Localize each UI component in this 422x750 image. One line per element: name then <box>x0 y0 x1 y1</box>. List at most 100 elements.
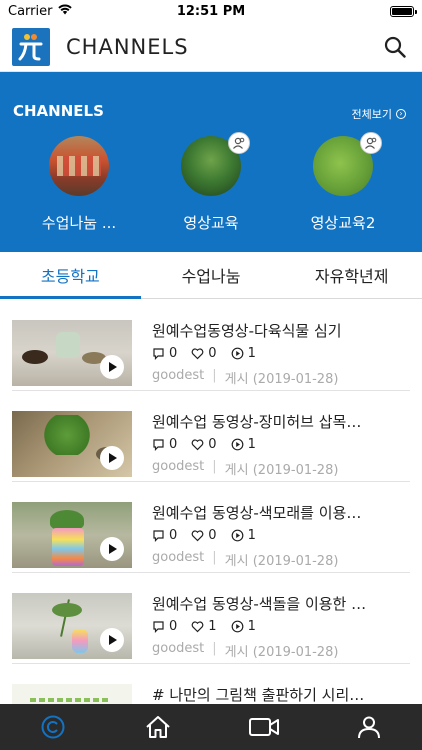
play-circle-icon <box>231 529 243 542</box>
video-date: 게시 (2019-01-28) <box>224 645 339 660</box>
video-author: goodest <box>152 459 205 474</box>
search-button[interactable] <box>380 32 410 62</box>
video-title: 원예수업 동영상-색모래를 이용… <box>152 504 362 522</box>
view-count: 1 <box>231 619 256 634</box>
video-date: 게시 (2019-01-28) <box>224 372 339 387</box>
comment-count-value: 0 <box>169 619 178 634</box>
video-item[interactable]: 원예수업동영상-다육식물 심기 0 0 1 goodest | 게시 (2019… <box>12 300 410 391</box>
page-title: CHANNELS <box>66 34 189 59</box>
comment-count: 0 <box>152 437 177 452</box>
video-title: 원예수업 동영상-장미허브 삽목… <box>152 413 362 431</box>
like-count: 0 <box>191 346 217 361</box>
status-bar: Carrier 12:51 PM <box>0 0 422 22</box>
comment-icon <box>153 530 164 542</box>
video-meta: goodest | 게시 (2019-01-28) <box>152 368 338 387</box>
comment-count-value: 0 <box>169 528 178 543</box>
tab-elementary[interactable]: 초등학교 <box>0 252 141 299</box>
nav-home[interactable] <box>106 704 212 750</box>
play-circle-icon <box>231 438 243 451</box>
see-all-link[interactable]: 전체보기 › <box>352 106 406 122</box>
nav-channels[interactable] <box>0 704 106 750</box>
video-thumbnail <box>12 684 132 704</box>
play-icon <box>100 355 124 379</box>
video-author: goodest <box>152 550 205 565</box>
video-author: goodest <box>152 641 205 656</box>
view-count-value: 1 <box>247 346 256 361</box>
channel-label: 영상교육2 <box>310 214 376 232</box>
video-date: 게시 (2019-01-28) <box>224 554 339 569</box>
channels-icon <box>41 715 65 739</box>
search-icon <box>384 36 406 58</box>
like-count-value: 0 <box>208 437 217 452</box>
video-item[interactable]: 원예수업 동영상-장미허브 삽목… 0 0 1 goodest | 게시 (20… <box>12 391 410 482</box>
comment-count: 0 <box>152 619 177 634</box>
video-meta: goodest | 게시 (2019-01-28) <box>152 641 338 660</box>
comment-icon <box>153 348 164 360</box>
channel-item-2[interactable]: 영상교육 <box>151 132 271 233</box>
video-meta: goodest | 게시 (2019-01-28) <box>152 459 338 478</box>
arrow-circle-icon: › <box>396 109 406 119</box>
comment-count-value: 0 <box>169 346 178 361</box>
app-logo <box>12 27 50 66</box>
profile-icon <box>358 716 381 739</box>
channels-section: CHANNELS 전체보기 › 수업나눔 ... 영상교육 영상교육2 <box>0 72 422 252</box>
bottom-nav <box>0 704 422 750</box>
comment-count-value: 0 <box>169 437 178 452</box>
view-count: 1 <box>231 437 256 452</box>
video-title: 원예수업 동영상-색돌을 이용한 … <box>152 595 367 613</box>
tab-free-semester[interactable]: 자유학년제 <box>281 252 422 298</box>
video-list: 원예수업동영상-다육식물 심기 0 0 1 goodest | 게시 (2019… <box>0 300 422 704</box>
comment-count: 0 <box>152 528 177 543</box>
category-tabs: 초등학교 수업나눔 자유학년제 <box>0 252 422 299</box>
like-count: 0 <box>191 437 217 452</box>
app-header: CHANNELS <box>0 22 422 72</box>
comment-icon <box>153 621 164 633</box>
tab-class-sharing[interactable]: 수업나눔 <box>141 252 282 298</box>
meta-divider: | <box>212 641 217 656</box>
video-item[interactable]: 원예수업 동영상-색돌을 이용한 … 0 1 1 goodest | 게시 (2… <box>12 573 410 664</box>
channel-label: 수업나눔 ... <box>41 214 117 232</box>
play-circle-icon <box>231 620 243 633</box>
video-stats: 0 1 1 <box>152 619 256 634</box>
video-author: goodest <box>152 368 205 383</box>
home-icon <box>146 716 170 738</box>
comment-count: 0 <box>152 346 177 361</box>
play-icon <box>100 537 124 561</box>
carrier-label: Carrier <box>8 3 53 19</box>
meta-divider: | <box>212 459 217 474</box>
meta-divider: | <box>212 368 217 383</box>
channel-label: 영상교육 <box>183 214 239 232</box>
view-count: 1 <box>231 528 256 543</box>
wifi-icon <box>58 4 73 19</box>
nav-video[interactable] <box>211 704 317 750</box>
channel-item-3[interactable]: 영상교육2 <box>283 132 403 233</box>
like-count-value: 0 <box>208 346 217 361</box>
video-stats: 0 0 1 <box>152 528 256 543</box>
channels-title: CHANNELS <box>13 102 104 120</box>
heart-icon <box>191 348 204 360</box>
like-count: 1 <box>191 619 217 634</box>
video-thumbnail <box>12 593 132 659</box>
like-count-value: 1 <box>208 619 217 634</box>
video-title: 원예수업동영상-다육식물 심기 <box>152 322 342 340</box>
view-count-value: 1 <box>247 528 256 543</box>
video-stats: 0 0 1 <box>152 437 256 452</box>
like-count: 0 <box>191 528 217 543</box>
view-count-value: 1 <box>247 619 256 634</box>
view-count: 1 <box>231 346 256 361</box>
video-date: 게시 (2019-01-28) <box>224 463 339 478</box>
see-all-label: 전체보기 <box>351 108 392 121</box>
play-icon <box>100 628 124 652</box>
video-stats: 0 0 1 <box>152 346 256 361</box>
video-item[interactable]: # 나만의 그림책 출판하기 시리… <box>12 664 410 704</box>
nav-profile[interactable] <box>317 704 422 750</box>
channel-item-1[interactable]: 수업나눔 ... <box>19 136 139 233</box>
channel-thumbnail <box>49 136 109 196</box>
video-item[interactable]: 원예수업 동영상-색모래를 이용… 0 0 1 goodest | 게시 (20… <box>12 482 410 573</box>
play-icon <box>100 446 124 470</box>
comment-icon <box>153 439 164 451</box>
video-thumbnail <box>12 411 132 477</box>
heart-icon <box>191 530 204 542</box>
view-count-value: 1 <box>247 437 256 452</box>
group-badge-icon <box>228 132 250 154</box>
